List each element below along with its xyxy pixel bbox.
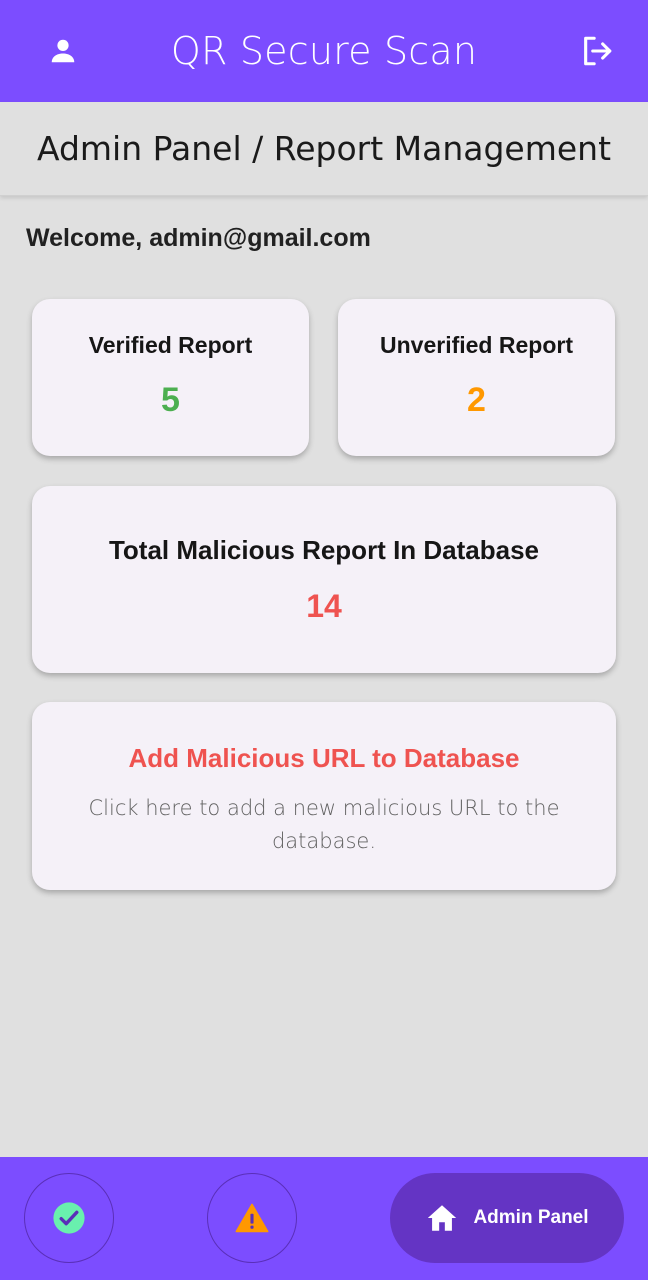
check-circle-icon	[53, 1202, 85, 1234]
add-malicious-url-title: Add Malicious URL to Database	[128, 743, 520, 773]
unverified-report-label: Unverified Report	[380, 332, 573, 358]
welcome-text: Welcome, admin@gmail.com	[26, 224, 371, 252]
app-title: QR Secure Scan	[170, 29, 478, 73]
verified-report-card[interactable]: Verified Report 5	[32, 299, 309, 456]
home-icon	[428, 1205, 457, 1231]
add-malicious-url-description: Click here to add a new malicious URL to…	[88, 796, 560, 853]
unverified-report-card[interactable]: Unverified Report 2	[338, 299, 615, 456]
nav-admin-panel-label: Admin Panel	[473, 1207, 589, 1228]
logout-icon	[584, 36, 612, 66]
total-malicious-report-card[interactable]: Total Malicious Report In Database 14	[32, 486, 616, 673]
verified-report-label: Verified Report	[88, 332, 253, 358]
page-title: Admin Panel / Report Management	[36, 129, 612, 168]
nav-admin-panel[interactable]: Admin Panel	[390, 1173, 624, 1263]
verified-report-count: 5	[161, 381, 180, 419]
app-bar: QR Secure Scan	[0, 0, 648, 102]
nav-verified-reports[interactable]	[24, 1173, 114, 1263]
warning-icon	[235, 1203, 269, 1233]
logout-button[interactable]	[574, 28, 620, 74]
unverified-report-count: 2	[467, 381, 486, 419]
profile-button[interactable]	[40, 28, 86, 74]
total-malicious-count: 14	[306, 588, 342, 624]
page-header: Admin Panel / Report Management	[0, 102, 648, 196]
nav-unverified-reports[interactable]	[207, 1173, 297, 1263]
person-icon	[51, 39, 75, 63]
total-malicious-label: Total Malicious Report In Database	[108, 535, 540, 565]
add-malicious-url-card[interactable]: Add Malicious URL to Database Click here…	[32, 702, 616, 890]
